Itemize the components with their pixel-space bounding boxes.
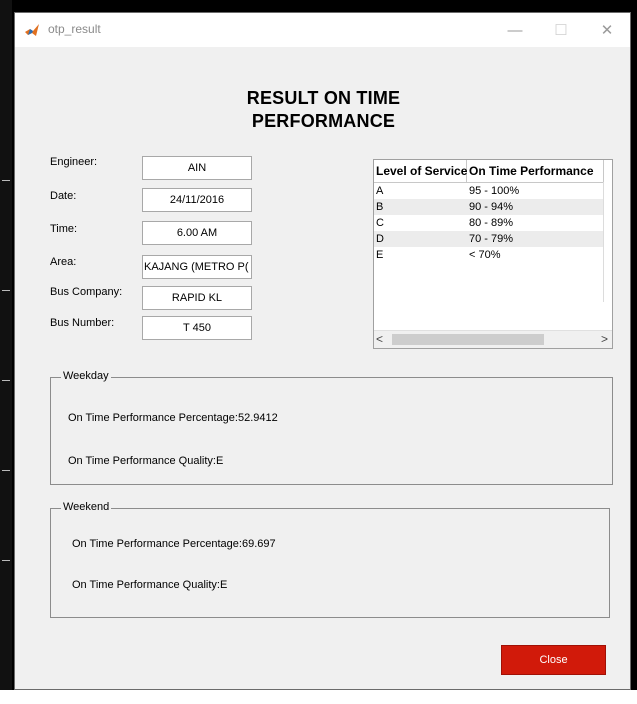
table-cell: 80 - 89% <box>469 217 514 229</box>
otp-result-window: otp_result — ☐ ✕ RESULT ON TIME PERFORMA… <box>14 12 631 690</box>
table-row[interactable]: A 95 - 100% <box>374 183 604 199</box>
desktop-background-bottom <box>0 690 637 704</box>
minimize-icon: — <box>507 21 523 39</box>
weekday-percentage: On Time Performance Percentage:52.9412 <box>68 412 278 424</box>
engineer-label: Engineer: <box>50 156 98 168</box>
table-cell: 70 - 79% <box>469 233 514 245</box>
desktop-tick <box>2 180 10 181</box>
weekday-title: Weekday <box>61 370 111 382</box>
maximize-button[interactable]: ☐ <box>538 13 584 47</box>
weekend-title: Weekend <box>61 501 112 513</box>
date-field[interactable]: 24/11/2016 <box>142 188 252 212</box>
table-body: A 95 - 100% B 90 - 94% C 80 - 89% D 70 -… <box>374 183 604 263</box>
desktop-tick <box>2 560 10 561</box>
scrollbar-thumb[interactable] <box>392 334 544 345</box>
table-row[interactable]: D 70 - 79% <box>374 231 604 247</box>
weekday-panel: Weekday On Time Performance Percentage:5… <box>50 370 613 485</box>
table-cell: 95 - 100% <box>469 185 520 197</box>
weekend-quality: On Time Performance Quality:E <box>72 579 228 591</box>
bus-company-field[interactable]: RAPID KL <box>142 286 252 310</box>
maximize-icon: ☐ <box>554 22 568 39</box>
area-field[interactable]: KAJANG (METRO P( <box>142 255 252 279</box>
desktop-tick <box>2 290 10 291</box>
weekend-panel: Weekend On Time Performance Percentage:6… <box>50 501 610 618</box>
close-icon: ✕ <box>600 22 614 39</box>
table-row[interactable]: E < 70% <box>374 247 604 263</box>
date-label: Date: <box>50 190 77 202</box>
matlab-icon <box>25 24 39 36</box>
area-label: Area: <box>50 256 77 268</box>
bus-company-label: Bus Company: <box>50 286 123 298</box>
table-cell: B <box>376 201 384 213</box>
column-header-performance[interactable]: On Time Performance <box>467 160 604 182</box>
heading-line-2: PERFORMANCE <box>251 111 396 131</box>
weekday-quality: On Time Performance Quality:E <box>68 455 224 467</box>
engineer-field[interactable]: AIN <box>142 156 252 180</box>
desktop-background-left <box>0 0 12 704</box>
time-field[interactable]: 6.00 AM <box>142 221 252 245</box>
bus-number-label: Bus Number: <box>50 317 115 329</box>
table-cell: 90 - 94% <box>469 201 514 213</box>
table-cell: < 70% <box>469 249 501 261</box>
table-cell: A <box>376 185 384 197</box>
time-label: Time: <box>50 223 78 235</box>
title-bar[interactable]: otp_result — ☐ ✕ <box>15 13 630 47</box>
scroll-right-icon[interactable]: > <box>601 332 608 346</box>
heading-line-1: RESULT ON TIME <box>246 88 401 108</box>
table-row[interactable]: C 80 - 89% <box>374 215 604 231</box>
table-row[interactable]: B 90 - 94% <box>374 199 604 215</box>
table-divider <box>603 182 604 302</box>
close-window-button[interactable]: ✕ <box>584 13 630 47</box>
desktop-tick <box>2 470 10 471</box>
scroll-left-icon[interactable]: < <box>376 332 383 346</box>
level-of-service-table[interactable]: Level of Service On Time Performance A 9… <box>373 159 613 349</box>
desktop-tick <box>2 380 10 381</box>
bus-number-field[interactable]: T 450 <box>142 316 252 340</box>
horizontal-scrollbar[interactable]: < > <box>374 330 612 348</box>
table-cell: D <box>376 233 384 245</box>
close-button[interactable]: Close <box>501 645 606 675</box>
weekend-percentage: On Time Performance Percentage:69.697 <box>72 538 276 550</box>
minimize-button[interactable]: — <box>492 13 538 47</box>
table-header: Level of Service On Time Performance <box>374 160 604 183</box>
window-title: otp_result <box>48 22 101 36</box>
table-cell: C <box>376 217 384 229</box>
column-header-level[interactable]: Level of Service <box>374 160 467 182</box>
table-cell: E <box>376 249 384 261</box>
